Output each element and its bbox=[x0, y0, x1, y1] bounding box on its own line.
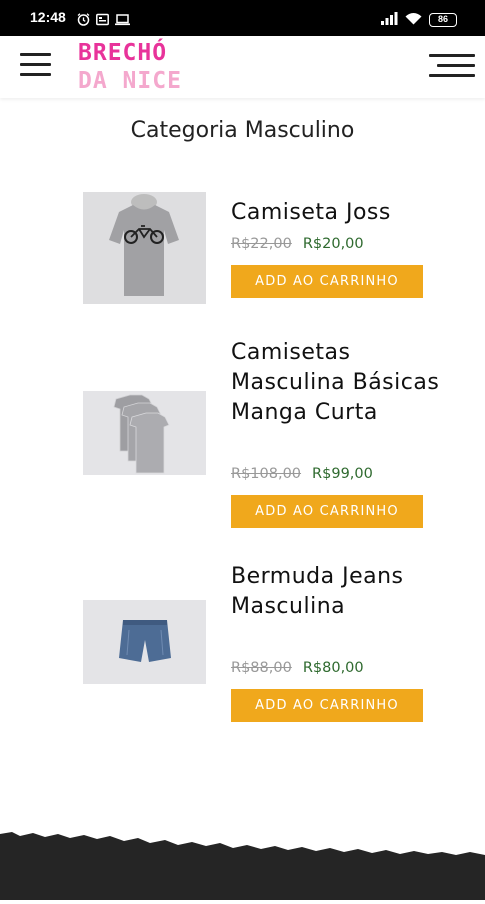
logo-line-2: DA NICE bbox=[78, 68, 182, 94]
product-name[interactable]: Bermuda Jeans Masculina bbox=[231, 562, 451, 622]
old-price: R$88,00 bbox=[231, 660, 292, 676]
add-to-cart-button[interactable]: ADD AO CARRINHO bbox=[231, 495, 423, 528]
product-name[interactable]: Camiseta Joss bbox=[231, 198, 451, 228]
product-image[interactable] bbox=[83, 600, 206, 684]
old-price: R$108,00 bbox=[231, 466, 302, 482]
sale-price: R$80,00 bbox=[302, 660, 364, 676]
categories-menu-icon[interactable] bbox=[429, 53, 475, 79]
image-notification-icon bbox=[96, 11, 109, 26]
product-image[interactable] bbox=[83, 391, 206, 475]
battery-icon: 86 bbox=[429, 12, 457, 27]
product-name[interactable]: Camisetas Masculina Básicas Manga Curta bbox=[231, 338, 451, 428]
alarm-icon bbox=[77, 11, 90, 26]
page-title: Categoria Masculino bbox=[130, 118, 355, 143]
sale-price: R$20,00 bbox=[302, 236, 364, 252]
price-row: R$22,00 R$20,00 bbox=[231, 236, 364, 252]
add-to-cart-button[interactable]: ADD AO CARRINHO bbox=[231, 265, 423, 298]
denim-shorts-image bbox=[83, 600, 206, 684]
status-left-icons bbox=[77, 11, 130, 26]
hamburger-menu-icon[interactable] bbox=[20, 51, 51, 79]
signal-icon bbox=[381, 10, 398, 29]
status-right-icons: 86 bbox=[381, 10, 457, 29]
logo-line-1: BRECHÓ bbox=[78, 40, 168, 66]
add-to-cart-button[interactable]: ADD AO CARRINHO bbox=[231, 689, 423, 722]
gray-tshirt-image bbox=[83, 192, 206, 304]
laptop-icon bbox=[115, 11, 130, 26]
sale-price: R$99,00 bbox=[312, 466, 373, 482]
app-header: BRECHÓ DA NICE bbox=[0, 36, 485, 98]
status-bar: 12:48 86 bbox=[0, 0, 485, 36]
store-logo[interactable]: BRECHÓ DA NICE bbox=[78, 40, 210, 96]
price-row: R$88,00 R$80,00 bbox=[231, 660, 364, 676]
torn-paper-footer bbox=[0, 824, 485, 900]
status-time: 12:48 bbox=[30, 9, 66, 25]
wifi-icon bbox=[405, 10, 422, 29]
product-image[interactable] bbox=[83, 192, 206, 304]
stacked-tshirts-image bbox=[83, 391, 206, 475]
price-row: R$108,00 R$99,00 bbox=[231, 466, 373, 482]
old-price: R$22,00 bbox=[231, 236, 292, 252]
